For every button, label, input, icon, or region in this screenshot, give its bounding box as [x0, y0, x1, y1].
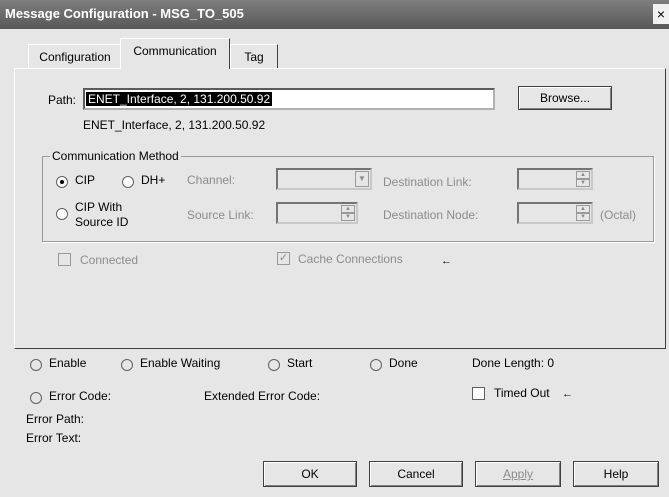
enable-label: Enable	[49, 356, 87, 370]
spin-up-icon: ▲	[576, 205, 590, 213]
ok-button[interactable]: OK	[263, 461, 357, 487]
destination-link-spinner: ▲ ▼	[517, 168, 593, 190]
pointer-arrow-icon: ←	[562, 388, 573, 400]
tab-tag-label: Tag	[244, 50, 264, 64]
path-input-value: ENET_Interface, 2, 131.200.50.92	[86, 92, 273, 106]
source-link-spinner: ▲ ▼	[276, 202, 358, 224]
tab-configuration-label: Configuration	[39, 50, 111, 64]
cache-connections-label: Cache Connections	[298, 252, 403, 266]
destination-node-spinner: ▲ ▼	[517, 202, 593, 224]
browse-button-label: Browse...	[539, 91, 590, 105]
resolved-path-text: ENET_Interface, 2, 131.200.50.92	[83, 118, 266, 132]
close-icon[interactable]: ×	[653, 4, 669, 24]
help-button[interactable]: Help	[573, 461, 659, 487]
timed-out-label: Timed Out	[494, 386, 550, 400]
cip-with-source-id-label-line2: Source ID	[75, 215, 129, 229]
error-code-label: Error Code:	[49, 389, 112, 403]
tab-tag[interactable]: Tag	[230, 44, 278, 69]
extended-error-code-label: Extended Error Code:	[204, 389, 321, 403]
enable-waiting-label: Enable Waiting	[140, 356, 221, 370]
tab-configuration[interactable]: Configuration	[28, 44, 122, 69]
error-code-indicator	[30, 392, 42, 404]
help-button-label: Help	[603, 467, 629, 481]
message-configuration-dialog: Message Configuration - MSG_TO_505 × Con…	[0, 0, 669, 497]
cip-label: CIP	[75, 173, 96, 187]
cache-connections-checkbox: ✓	[277, 252, 290, 265]
path-label: Path:	[48, 93, 77, 107]
cancel-button[interactable]: Cancel	[369, 461, 463, 487]
cip-with-source-id-label-line1: CIP With	[75, 200, 123, 214]
enable-waiting-indicator	[121, 359, 133, 371]
ok-button-label: OK	[301, 467, 319, 481]
apply-button-label: Apply	[502, 467, 534, 481]
source-link-label: Source Link:	[187, 208, 254, 222]
error-text-label: Error Text:	[26, 431, 82, 445]
error-path-label: Error Path:	[26, 412, 85, 426]
start-indicator	[268, 359, 280, 371]
dhplus-radio[interactable]	[122, 176, 134, 188]
tab-communication[interactable]: Communication	[120, 38, 230, 69]
octal-label: (Octal)	[600, 208, 636, 222]
window-title: Message Configuration - MSG_TO_505	[5, 6, 244, 21]
timed-out-checkbox[interactable]	[472, 387, 485, 400]
path-input[interactable]: ENET_Interface, 2, 131.200.50.92	[83, 88, 495, 110]
cancel-button-label: Cancel	[397, 467, 435, 481]
enable-indicator	[30, 359, 42, 371]
connected-checkbox	[58, 253, 71, 266]
destination-node-label: Destination Node:	[383, 208, 479, 222]
spin-down-icon: ▼	[576, 179, 590, 187]
done-indicator	[370, 359, 382, 371]
spin-up-icon: ▲	[576, 171, 590, 179]
pointer-arrow-icon: ←	[441, 255, 452, 267]
tab-communication-label: Communication	[133, 44, 217, 58]
spin-up-icon: ▲	[341, 205, 355, 213]
destination-link-label: Destination Link:	[383, 175, 472, 189]
cip-radio[interactable]	[56, 176, 68, 188]
channel-combo: ▼	[276, 168, 372, 190]
done-length-label: Done Length: 0	[472, 356, 555, 370]
title-bar[interactable]: Message Configuration - MSG_TO_505 ×	[0, 0, 669, 29]
spin-down-icon: ▼	[576, 213, 590, 221]
communication-method-title: Communication Method	[50, 149, 181, 163]
start-label: Start	[287, 356, 313, 370]
chevron-down-icon: ▼	[355, 171, 369, 187]
cip-with-source-id-radio[interactable]	[56, 208, 68, 220]
connected-label: Connected	[80, 253, 139, 267]
apply-button[interactable]: Apply	[475, 461, 561, 487]
spin-down-icon: ▼	[341, 213, 355, 221]
dhplus-label: DH+	[141, 173, 166, 187]
done-label: Done	[389, 356, 418, 370]
browse-button[interactable]: Browse...	[518, 86, 612, 110]
channel-label: Channel:	[187, 173, 236, 187]
